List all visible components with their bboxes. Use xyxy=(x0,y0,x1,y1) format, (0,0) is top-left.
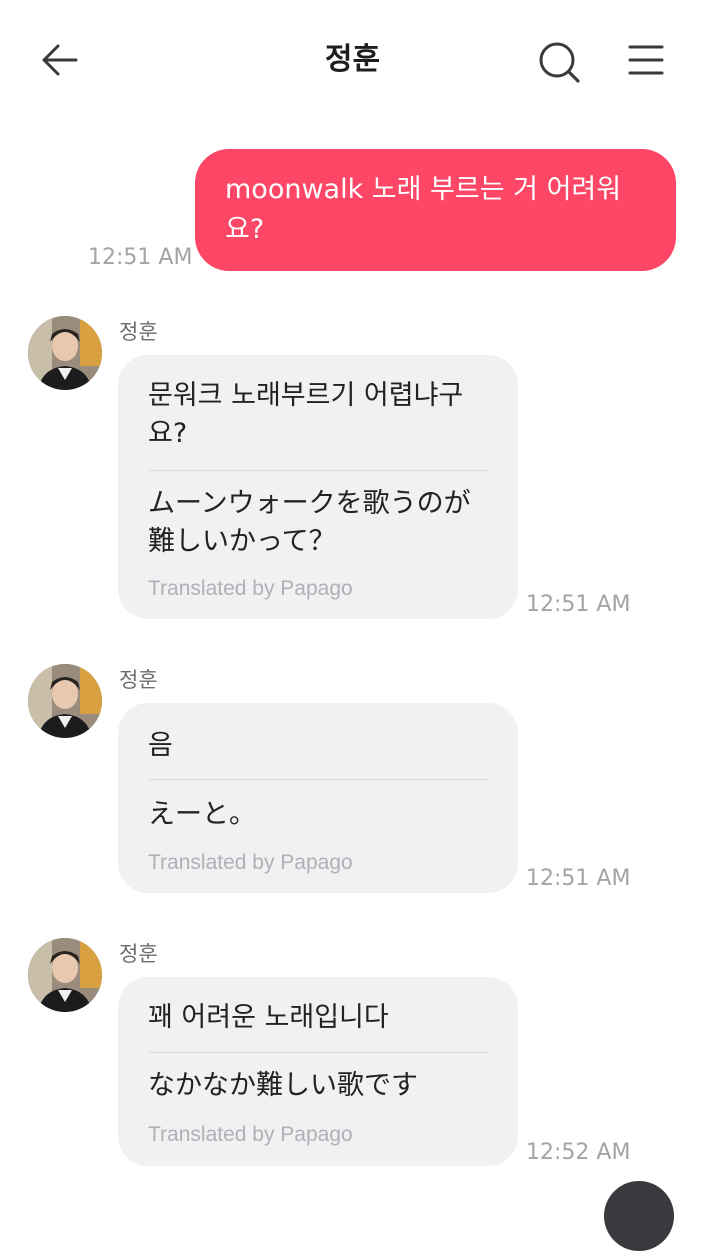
outgoing-message-bubble[interactable]: moonwalk 노래 부르는 거 어려워요? xyxy=(195,149,676,271)
sender-name: 정훈 xyxy=(119,668,158,692)
profile-photo xyxy=(28,316,102,390)
translated-text: えーと。 xyxy=(148,799,256,830)
avatar[interactable] xyxy=(28,664,102,738)
scroll-down-button[interactable] xyxy=(604,1181,674,1251)
translation-credit: Translated by Papago xyxy=(148,1123,353,1146)
message-timestamp: 12:51 AM xyxy=(88,245,193,270)
translation-credit: Translated by Papago xyxy=(148,577,353,600)
search-button[interactable] xyxy=(533,36,583,86)
incoming-message-bubble[interactable]: 문워크 노래부르기 어렵냐구요? ムーンウォークを歌うのが難しいかって？ Tra… xyxy=(118,355,518,619)
menu-button[interactable] xyxy=(624,38,668,82)
profile-photo xyxy=(28,664,102,738)
message-timestamp: 12:51 AM xyxy=(526,866,631,891)
hamburger-menu-icon xyxy=(628,45,664,75)
message-text: 음 xyxy=(148,730,173,761)
message-text: 문워크 노래부르기 어렵냐구요? xyxy=(148,380,464,449)
message-text: 꽤 어려운 노래입니다 xyxy=(148,1002,389,1033)
translated-text: なかなか難しい歌です xyxy=(148,1070,418,1101)
message-timestamp: 12:51 AM xyxy=(526,592,631,617)
chat-header: 정훈 xyxy=(0,0,705,118)
sender-name: 정훈 xyxy=(119,320,158,344)
translation-credit: Translated by Papago xyxy=(148,851,353,874)
incoming-message-bubble[interactable]: 꽤 어려운 노래입니다 なかなか難しい歌です Translated by Pap… xyxy=(118,977,518,1166)
message-timestamp: 12:52 AM xyxy=(526,1140,631,1165)
incoming-message-bubble[interactable]: 음 えーと。 Translated by Papago xyxy=(118,703,518,893)
message-text: moonwalk 노래 부르는 거 어려워요? xyxy=(225,174,622,245)
chat-title: 정훈 xyxy=(324,42,381,77)
profile-photo xyxy=(28,938,102,1012)
avatar[interactable] xyxy=(28,938,102,1012)
sender-name: 정훈 xyxy=(119,942,158,966)
avatar[interactable] xyxy=(28,316,102,390)
translated-text: ムーンウォークを歌うのが難しいかって？ xyxy=(148,488,471,557)
search-icon xyxy=(539,42,580,83)
